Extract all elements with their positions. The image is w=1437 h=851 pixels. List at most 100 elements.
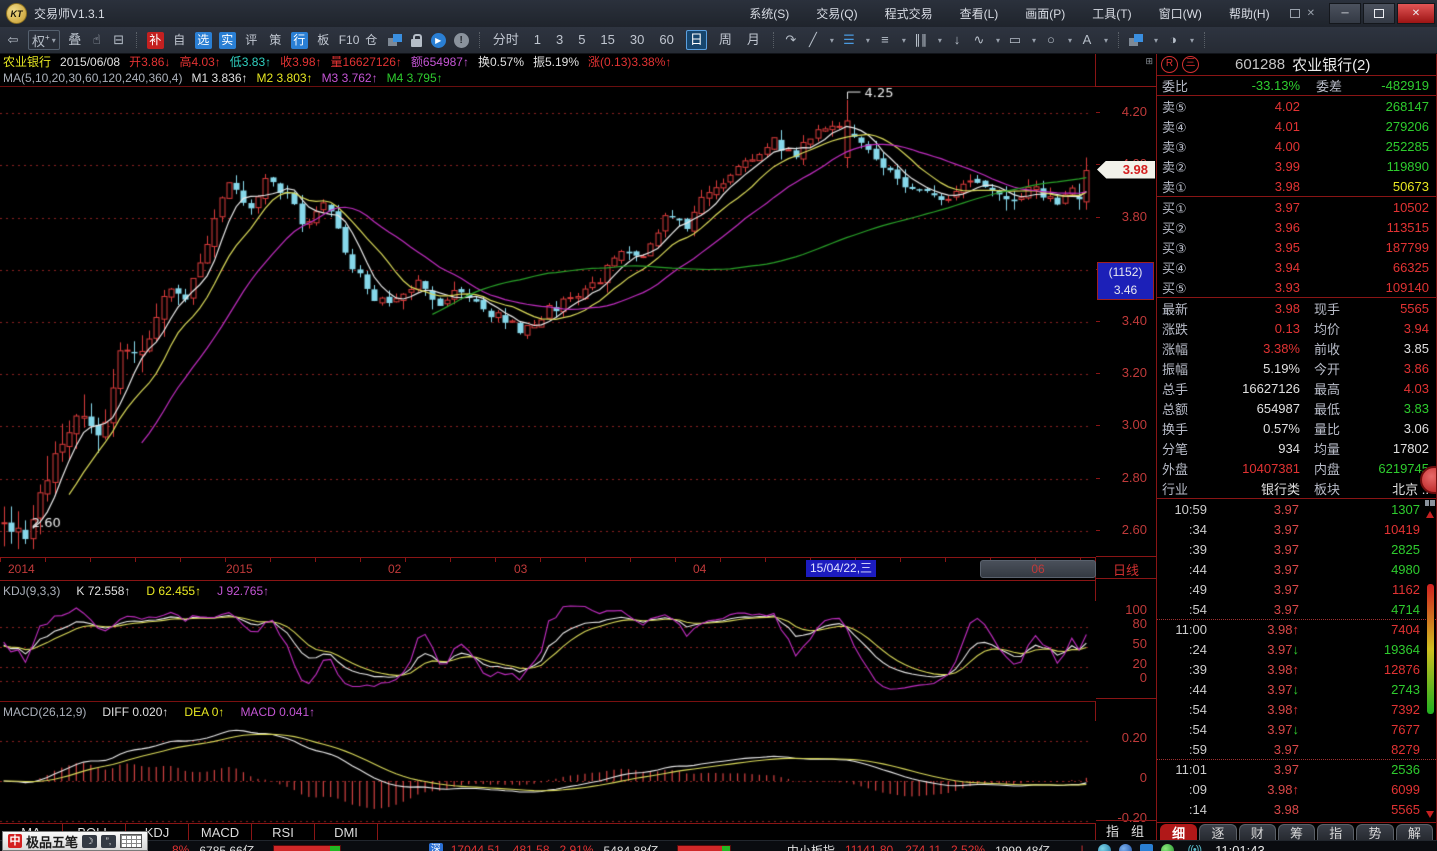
scrollbar-thumb[interactable] <box>1427 584 1434 714</box>
period-button-3[interactable]: 3 <box>553 31 566 49</box>
mdi-close-icon[interactable]: ✕ <box>1307 8 1315 19</box>
menu-lines-icon[interactable]: 三 <box>1182 56 1199 73</box>
ime-keyboard-icon[interactable] <box>120 834 142 848</box>
sync-icon[interactable] <box>1119 844 1132 851</box>
pin-icon[interactable] <box>1425 500 1435 506</box>
draw-tool-icon-8[interactable]: ○ <box>1044 30 1058 50</box>
quick-button-行[interactable]: 行 <box>291 32 308 49</box>
period-button-日[interactable]: 日 <box>686 30 707 50</box>
period-button-1[interactable]: 1 <box>531 31 544 49</box>
mdi-restore-icon[interactable] <box>1290 9 1300 18</box>
quick-button-补[interactable]: 补 <box>147 32 164 49</box>
quick-button-自[interactable]: 自 <box>171 32 188 49</box>
draw-tool-icon-5[interactable]: ↓ <box>950 30 964 50</box>
ime-logo-icon[interactable]: 中 <box>8 834 22 848</box>
scroll-down-icon[interactable] <box>1426 811 1434 818</box>
period-button-30[interactable]: 30 <box>627 31 647 49</box>
kdj-canvas[interactable] <box>0 601 1096 701</box>
copy-pages-icon[interactable] <box>1129 34 1144 47</box>
adjust-rights-button[interactable]: 权+▾ <box>28 30 60 50</box>
detail-label: 涨跌 <box>1157 319 1216 338</box>
chevron-down-icon: ▾ <box>52 36 56 45</box>
period-button-15[interactable]: 15 <box>597 31 617 49</box>
quote-tab-财[interactable]: 财 <box>1239 824 1276 840</box>
tick-row-11: :543.98↑7392 <box>1157 699 1436 719</box>
range-box[interactable]: 06 <box>980 560 1096 578</box>
expand-pane-icon[interactable]: ⊞ <box>1145 56 1152 67</box>
quick-button-仓[interactable]: 仓 <box>363 32 380 49</box>
period-button-月[interactable]: 月 <box>744 31 763 49</box>
menu-item[interactable]: 窗口(W) <box>1159 5 1202 22</box>
period-button-60[interactable]: 60 <box>656 31 676 49</box>
layers-icon[interactable] <box>388 34 403 47</box>
quote-tab-筹[interactable]: 筹 <box>1278 824 1315 840</box>
rights-icon[interactable]: R <box>1161 56 1178 73</box>
quick-button-F10[interactable]: F10 <box>339 32 356 49</box>
draw-tool-icon-7[interactable]: ▭ <box>1008 30 1022 50</box>
back-arrow-icon[interactable]: ⇦ <box>6 30 20 50</box>
quote-tab-势[interactable]: 势 <box>1356 824 1393 840</box>
tick-price: 3.97 <box>1207 582 1299 597</box>
quick-button-板[interactable]: 板 <box>315 32 332 49</box>
menu-item[interactable]: 工具(T) <box>1092 5 1131 22</box>
draw-tool-icon-4[interactable]: ∥∥ <box>914 30 928 50</box>
quick-button-实[interactable]: 实 <box>219 32 236 49</box>
scroll-up-icon[interactable] <box>1426 511 1434 518</box>
hand-tool-icon[interactable]: ☝ <box>90 30 104 50</box>
tick-scrollbar[interactable] <box>1424 499 1435 822</box>
menu-item[interactable]: 画面(P) <box>1025 5 1065 22</box>
draw-tool-icon-0[interactable]: ↷ <box>784 30 798 50</box>
draw-tool-icon-1[interactable]: ╱ <box>806 30 820 50</box>
palette-icon[interactable]: ◑ <box>1166 30 1180 50</box>
ruler-icon[interactable]: ⊟ <box>112 30 126 50</box>
menu-item[interactable]: 查看(L) <box>960 5 999 22</box>
quote-tab-细[interactable]: 细 <box>1160 824 1197 840</box>
price-label-3.40: 3.40 <box>1122 313 1147 328</box>
menu-item[interactable]: 程式交易 <box>885 5 933 22</box>
time-axis[interactable]: 2014201502030415/04/22,三06 <box>0 557 1095 581</box>
axis-divider <box>1096 578 1156 579</box>
ime-mode-icon[interactable]: ☽ <box>82 835 97 848</box>
quick-button-策[interactable]: 策 <box>267 32 284 49</box>
close-button[interactable]: ✕ <box>1397 3 1435 24</box>
draw-tool-icon-6[interactable]: ∿ <box>972 30 986 50</box>
stock-code: 601288 <box>1235 56 1285 73</box>
market-status-icon[interactable] <box>1161 844 1174 851</box>
menu-item[interactable]: 帮助(H) <box>1229 5 1270 22</box>
kdj-k-value: K 72.558↑ <box>76 581 130 601</box>
detail-label: 前收 <box>1300 339 1372 358</box>
play-icon[interactable]: ▶ <box>431 33 446 48</box>
quote-tab-解[interactable]: 解 <box>1396 824 1433 840</box>
menu-item[interactable]: 系统(S) <box>749 5 789 22</box>
detail-row-7: 换手0.57%量比3.06 <box>1157 418 1436 438</box>
alert-icon[interactable]: ! <box>454 33 469 48</box>
minimize-button[interactable]: ─ <box>1329 3 1361 24</box>
detail-value: 5565 <box>1372 301 1436 316</box>
axis-tick <box>1096 164 1100 165</box>
menu-item[interactable]: 交易(Q) <box>816 5 857 22</box>
highlighted-date: 15/04/22,三 <box>806 560 876 577</box>
titlebar: KT 交易师V1.3.1 系统(S)交易(Q)程式交易查看(L)画面(P)工具(… <box>0 0 1437 27</box>
globe-icon[interactable] <box>1098 844 1111 851</box>
quick-button-评[interactable]: 评 <box>243 32 260 49</box>
axis-divider <box>1096 556 1156 557</box>
candlestick-canvas[interactable] <box>0 87 1096 557</box>
period-button-周[interactable]: 周 <box>716 31 735 49</box>
message-icon[interactable] <box>1140 844 1153 851</box>
draw-tool-icon-2[interactable]: ☰ <box>842 30 856 50</box>
quote-tab-逐[interactable]: 逐 <box>1199 824 1236 840</box>
draw-tool-icon-3[interactable]: ≡ <box>878 30 892 50</box>
draw-tool-icon-9[interactable]: A <box>1080 30 1094 50</box>
candlestick-chart[interactable] <box>0 86 1095 557</box>
period-button-5[interactable]: 5 <box>575 31 588 49</box>
ime-punct-icon[interactable]: ”, <box>101 835 116 848</box>
maximize-button[interactable] <box>1363 3 1395 24</box>
period-button-分时[interactable]: 分时 <box>490 31 522 49</box>
period-label[interactable]: 日线 <box>1096 560 1156 579</box>
lock-icon[interactable] <box>411 32 423 48</box>
overlay-button[interactable]: 叠 <box>68 30 82 50</box>
macd-canvas[interactable] <box>0 721 1096 823</box>
quick-button-选[interactable]: 选 <box>195 32 212 49</box>
quote-tab-指[interactable]: 指 <box>1317 824 1354 840</box>
tick-row-5: :493.971162 <box>1157 579 1436 599</box>
